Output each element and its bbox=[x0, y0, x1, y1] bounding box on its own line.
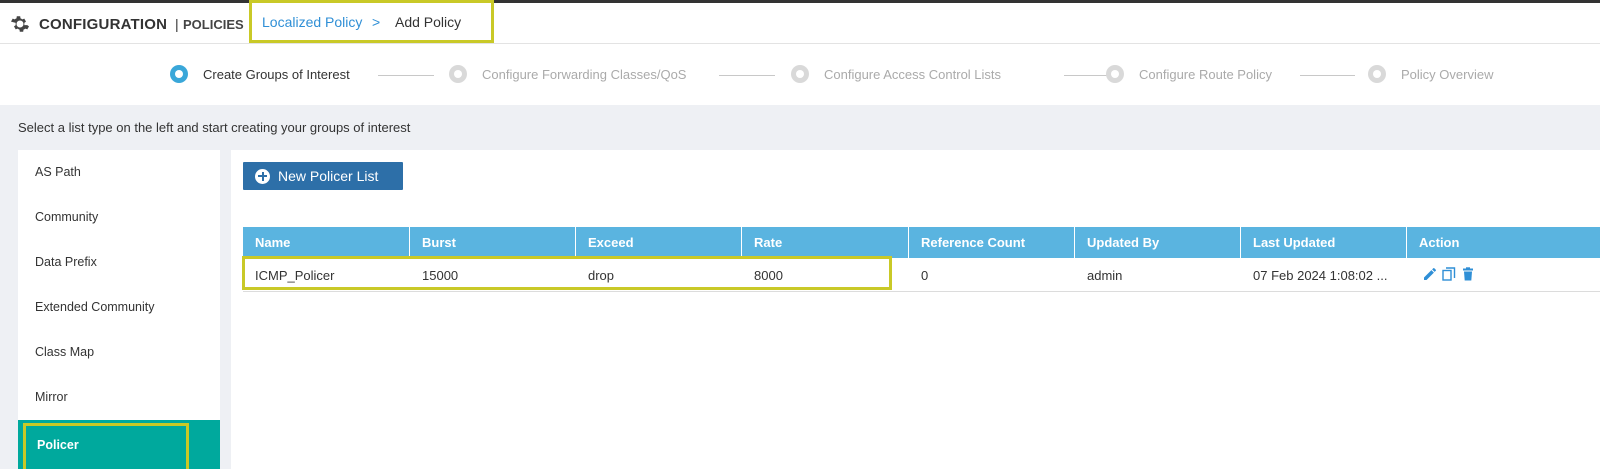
edit-icon[interactable] bbox=[1423, 267, 1437, 281]
page-subtitle: POLICIES bbox=[183, 17, 244, 32]
new-policer-list-label: New Policer List bbox=[278, 168, 379, 184]
step-1-indicator bbox=[170, 65, 188, 83]
step-5-indicator bbox=[1368, 65, 1386, 83]
sidebar-item-policer[interactable]: Policer bbox=[18, 420, 220, 469]
cell-last-updated: 07 Feb 2024 1:08:02 ... bbox=[1253, 267, 1388, 283]
list-type-sidebar: AS Path Community Data Prefix Extended C… bbox=[18, 150, 220, 469]
step-2-indicator bbox=[449, 65, 467, 83]
content-area: Select a list type on the left and start… bbox=[0, 105, 1600, 469]
title-separator: | bbox=[175, 16, 179, 32]
add-circle-icon bbox=[255, 168, 270, 184]
sidebar-item-data-prefix[interactable]: Data Prefix bbox=[18, 240, 220, 284]
cell-updated-by: admin bbox=[1087, 267, 1123, 283]
sidebar-item-community[interactable]: Community bbox=[18, 195, 220, 239]
column-header-burst[interactable]: Burst bbox=[410, 227, 576, 258]
column-header-name[interactable]: Name bbox=[243, 227, 410, 258]
table-header: Name Burst Exceed Rate Reference Count U… bbox=[243, 227, 1600, 258]
instruction-text: Select a list type on the left and start… bbox=[18, 120, 411, 135]
breadcrumb-current: Add Policy bbox=[395, 14, 462, 30]
cell-reference-count: 0 bbox=[921, 267, 929, 283]
gear-icon bbox=[11, 16, 29, 32]
step-connector bbox=[378, 75, 434, 76]
sidebar-item-mirror[interactable]: Mirror bbox=[18, 375, 220, 419]
sidebar-item-extended-community[interactable]: Extended Community bbox=[18, 285, 220, 329]
breadcrumb-separator: > bbox=[372, 14, 381, 30]
step-connector bbox=[1300, 75, 1355, 76]
row-actions bbox=[1423, 267, 1475, 281]
step-access-control-lists[interactable]: Configure Access Control Lists bbox=[824, 67, 1001, 82]
row-highlight bbox=[242, 256, 892, 290]
sidebar-item-as-path[interactable]: AS Path bbox=[18, 150, 220, 194]
page-title: CONFIGURATION bbox=[39, 16, 168, 33]
step-3-indicator bbox=[791, 65, 809, 83]
sidebar-item-label: Policer bbox=[37, 437, 79, 452]
step-create-groups[interactable]: Create Groups of Interest bbox=[203, 67, 350, 82]
step-policy-overview[interactable]: Policy Overview bbox=[1401, 67, 1493, 82]
column-header-updated-by[interactable]: Updated By bbox=[1075, 227, 1241, 258]
new-policer-list-button[interactable]: New Policer List bbox=[243, 162, 403, 190]
column-header-rate[interactable]: Rate bbox=[742, 227, 909, 258]
column-header-action: Action bbox=[1419, 235, 1460, 250]
step-forwarding-classes[interactable]: Configure Forwarding Classes/QoS bbox=[482, 67, 686, 82]
step-connector bbox=[719, 75, 775, 76]
page-header: CONFIGURATION | POLICIES bbox=[0, 3, 1600, 44]
column-header-last-updated[interactable]: Last Updated bbox=[1241, 227, 1407, 258]
sidebar-item-class-map[interactable]: Class Map bbox=[18, 330, 220, 374]
step-4-indicator bbox=[1106, 65, 1124, 83]
column-header-exceed[interactable]: Exceed bbox=[576, 227, 742, 258]
breadcrumb-localized-policy[interactable]: Localized Policy bbox=[262, 14, 362, 30]
main-panel: New Policer List Name Burst Exceed Rate … bbox=[231, 150, 1600, 469]
wizard-stepper: Create Groups of Interest Configure Forw… bbox=[0, 45, 1600, 105]
column-header-reference-count[interactable]: Reference Count bbox=[909, 227, 1075, 258]
step-route-policy[interactable]: Configure Route Policy bbox=[1139, 67, 1272, 82]
delete-icon[interactable] bbox=[1461, 267, 1475, 281]
copy-icon[interactable] bbox=[1442, 267, 1456, 281]
